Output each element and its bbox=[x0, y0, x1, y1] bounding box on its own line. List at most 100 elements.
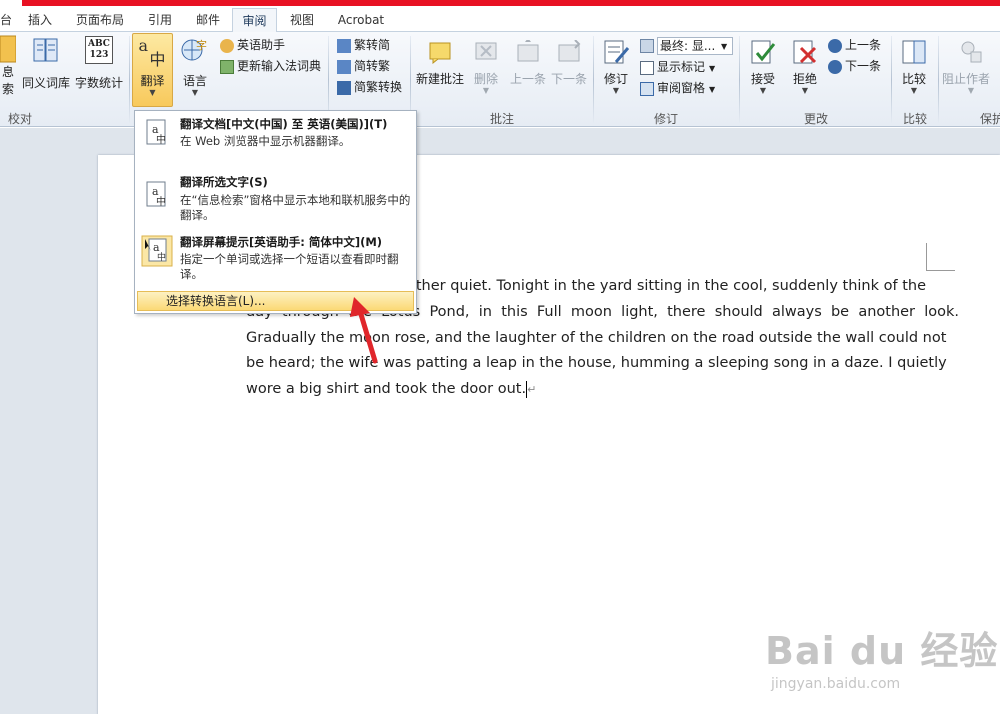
english-assistant-label: 英语助手 bbox=[237, 38, 286, 52]
compare-dropdown-icon: ▼ bbox=[910, 86, 918, 95]
track-changes-dropdown-icon: ▼ bbox=[612, 86, 620, 95]
proofing-group-label: 校对 bbox=[7, 112, 32, 126]
trad-to-simp-icon bbox=[337, 38, 351, 53]
display-review-icon bbox=[640, 38, 654, 53]
simp-to-trad-label: 简转繁 bbox=[354, 59, 391, 73]
previous-change-label: 上一条 bbox=[845, 38, 882, 52]
reviewing-pane-dropdown-icon: ▼ bbox=[709, 85, 716, 94]
group-separator bbox=[593, 36, 594, 124]
display-review-dropdown-icon: ▼ bbox=[721, 42, 728, 51]
simp-to-trad-button[interactable]: 简转繁 bbox=[337, 56, 390, 76]
chinese-conversion-icon bbox=[337, 80, 351, 95]
translate-document-title: 翻译文档[中文(中国) 至 英语(美国)](T) bbox=[180, 117, 388, 131]
reject-button[interactable]: 拒绝 ▼ bbox=[786, 38, 824, 108]
group-separator bbox=[129, 36, 130, 124]
watermark-url: jingyan.baidu.com bbox=[771, 676, 901, 692]
trad-to-simp-label: 繁转简 bbox=[354, 38, 391, 52]
menu-item-translate-screentip[interactable]: a 中 翻译屏幕提示[英语助手: 简体中文](M) 指定一个单词或选择一个短语以… bbox=[137, 231, 414, 287]
accept-dropdown-icon: ▼ bbox=[759, 86, 767, 95]
language-label: 语言 bbox=[182, 74, 207, 88]
delete-comment-button[interactable]: 删除 ▼ bbox=[470, 40, 502, 110]
update-ime-dictionary-button[interactable]: 更新输入法词典 bbox=[220, 56, 321, 76]
show-markup-icon bbox=[640, 60, 654, 75]
show-markup-dropdown-icon: ▼ bbox=[709, 64, 716, 73]
tab-acrobat[interactable]: Acrobat bbox=[332, 11, 390, 31]
display-for-review-select[interactable]: 最终: 显... ▼ bbox=[640, 35, 733, 55]
next-change-label: 下一条 bbox=[845, 59, 882, 73]
thesaurus-label: 同义词库 bbox=[21, 76, 70, 90]
research-label-2: 索 bbox=[1, 82, 14, 96]
english-assistant-button[interactable]: 英语助手 bbox=[220, 35, 285, 55]
compare-group-label: 比较 bbox=[902, 112, 927, 126]
english-assistant-icon bbox=[220, 38, 234, 53]
translate-icon-zh: 中 bbox=[149, 50, 166, 69]
track-changes-label: 修订 bbox=[603, 72, 628, 86]
previous-comment-button[interactable]: 上一条 bbox=[507, 40, 549, 100]
reviewing-pane-icon bbox=[640, 81, 654, 96]
delete-comment-icon bbox=[475, 42, 497, 60]
translate-selection-icon: a 中 bbox=[146, 181, 166, 208]
tab-view[interactable]: 视图 bbox=[284, 11, 320, 31]
compare-button[interactable]: 比较 ▼ bbox=[896, 38, 932, 108]
update-ime-icon bbox=[220, 59, 234, 74]
reject-dropdown-icon: ▼ bbox=[801, 86, 809, 95]
tab-mailings[interactable]: 邮件 bbox=[188, 11, 228, 31]
reviewing-pane-button[interactable]: 审阅窗格 ▼ bbox=[640, 78, 715, 98]
word-count-icon: ABC 123 bbox=[85, 36, 113, 64]
update-ime-label: 更新输入法词典 bbox=[237, 59, 322, 73]
block-authors-icon bbox=[961, 41, 982, 63]
svg-text:中: 中 bbox=[156, 195, 166, 208]
tab-page-layout[interactable]: 页面布局 bbox=[70, 11, 130, 31]
tab-review[interactable]: 审阅 bbox=[232, 8, 277, 33]
ribbon-tabs: 台 插入 页面布局 引用 邮件 审阅 视图 Acrobat bbox=[0, 6, 1000, 33]
new-comment-button[interactable]: 新建批注 bbox=[414, 40, 466, 100]
next-comment-icon bbox=[558, 40, 581, 62]
group-separator bbox=[891, 36, 892, 124]
tab-references[interactable]: 引用 bbox=[142, 11, 178, 31]
next-change-icon bbox=[828, 59, 842, 74]
chinese-conversion-label: 简繁转换 bbox=[354, 80, 403, 94]
word-count-button[interactable]: ABC 123 字数统计 bbox=[72, 36, 126, 96]
accept-button[interactable]: 接受 ▼ bbox=[744, 38, 782, 108]
show-markup-button[interactable]: 显示标记 ▼ bbox=[640, 57, 715, 77]
show-markup-label: 显示标记 bbox=[657, 60, 706, 74]
previous-change-button[interactable]: 上一条 bbox=[828, 35, 881, 55]
next-comment-label: 下一条 bbox=[550, 72, 587, 86]
next-comment-button[interactable]: 下一条 bbox=[549, 40, 589, 100]
new-comment-icon bbox=[429, 42, 451, 64]
language-button[interactable]: 字 语言 ▼ bbox=[176, 36, 214, 106]
research-button[interactable]: 息 索 bbox=[0, 34, 16, 106]
block-authors-dropdown-icon: ▼ bbox=[967, 86, 975, 95]
watermark-logo-text: Bai du 经验 bbox=[765, 629, 999, 673]
translate-icon: a 中 bbox=[137, 36, 169, 69]
margin-corner-mark bbox=[926, 243, 927, 271]
tab-home[interactable]: 台 bbox=[0, 11, 12, 31]
translate-screentip-desc: 指定一个单词或选择一个短语以查看即时翻译。 bbox=[180, 252, 399, 281]
thesaurus-icon bbox=[33, 38, 58, 62]
next-change-button[interactable]: 下一条 bbox=[828, 56, 881, 76]
comments-group-label: 批注 bbox=[489, 112, 514, 126]
block-authors-button[interactable]: 阻止作者 ▼ bbox=[942, 38, 1000, 108]
reviewing-pane-label: 审阅窗格 bbox=[657, 81, 706, 95]
translate-menu: a 中 翻译文档[中文(中国) 至 英语(美国)](T) 在 Web 浏览器中显… bbox=[134, 110, 417, 314]
new-comment-label: 新建批注 bbox=[415, 72, 464, 86]
simp-to-trad-icon bbox=[337, 59, 351, 74]
paragraph-mark: ↵ bbox=[527, 383, 537, 397]
margin-corner-mark bbox=[927, 270, 955, 271]
menu-item-translate-selection[interactable]: a 中 翻译所选文字(S) 在“信息检索”窗格中显示本地和联机服务中的翻译。 bbox=[137, 171, 414, 231]
translate-label: 翻译 bbox=[140, 74, 165, 88]
menu-item-translate-document[interactable]: a 中 翻译文档[中文(中国) 至 英语(美国)](T) 在 Web 浏览器中显… bbox=[137, 113, 414, 171]
translate-selection-title: 翻译所选文字(S) bbox=[180, 175, 268, 189]
research-label-1: 息 bbox=[1, 65, 14, 79]
translate-button[interactable]: a 中 翻译 ▼ bbox=[132, 33, 173, 107]
trad-to-simp-button[interactable]: 繁转简 bbox=[337, 35, 390, 55]
chinese-conversion-button[interactable]: 简繁转换 bbox=[337, 77, 402, 97]
tab-insert[interactable]: 插入 bbox=[22, 11, 58, 31]
svg-text:字: 字 bbox=[196, 38, 207, 52]
svg-text:中: 中 bbox=[156, 133, 166, 146]
track-changes-button[interactable]: 修订 ▼ bbox=[598, 38, 634, 108]
translate-icon-a: a bbox=[138, 36, 149, 55]
reject-label: 拒绝 bbox=[792, 72, 817, 86]
thesaurus-button[interactable]: 同义词库 bbox=[20, 36, 72, 96]
previous-comment-icon bbox=[517, 40, 539, 62]
